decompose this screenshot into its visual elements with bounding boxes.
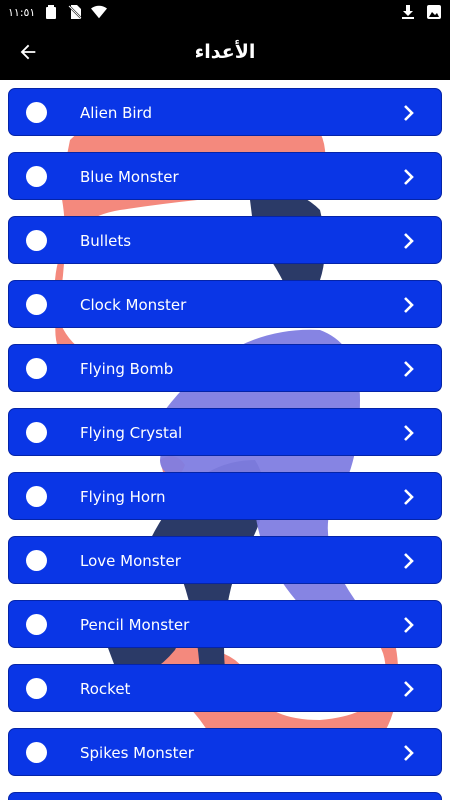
battery-icon: [43, 4, 59, 20]
page-title: الأعداء: [194, 41, 256, 63]
enemies-screen: Alien Bird Blue Monster Bullets Clock Mo…: [0, 80, 450, 800]
list-item[interactable]: Alien Bird: [8, 88, 442, 136]
enemy-label: Love Monster: [80, 552, 181, 570]
arrow-back-icon: [20, 44, 36, 60]
list-item[interactable]: Bullets: [8, 216, 442, 264]
enemy-label: Spikes Monster: [80, 744, 194, 762]
list-item[interactable]: Love Monster: [8, 536, 442, 584]
radio-button[interactable]: [26, 742, 47, 763]
enemy-label: Flying Bomb: [80, 360, 174, 378]
enemy-label: Pencil Monster: [80, 616, 190, 634]
status-bar: ١١:٥١: [0, 0, 450, 24]
radio-button[interactable]: [26, 358, 47, 379]
download-icon: [400, 4, 416, 20]
app-bar: الأعداء: [0, 24, 450, 80]
enemy-label: Alien Bird: [80, 104, 152, 122]
list-item[interactable]: Rocket: [8, 664, 442, 712]
list-item[interactable]: Clock Monster: [8, 280, 442, 328]
chevron-right-icon: [399, 359, 419, 379]
chevron-right-icon: [399, 167, 419, 187]
enemy-label: Clock Monster: [80, 296, 187, 314]
wifi-icon: [91, 4, 108, 20]
chevron-right-icon: [399, 679, 419, 699]
chevron-right-icon: [399, 423, 419, 443]
status-right: [400, 4, 442, 20]
radio-button[interactable]: [26, 486, 47, 507]
enemy-label: Flying Crystal: [80, 424, 183, 442]
enemy-label: Flying Horn: [80, 488, 166, 506]
enemy-label: Bullets: [80, 232, 132, 250]
radio-button[interactable]: [26, 230, 47, 251]
radio-button[interactable]: [26, 614, 47, 635]
radio-button[interactable]: [26, 166, 47, 187]
status-time: ١١:٥١: [8, 5, 36, 19]
list-item[interactable]: Flying Crystal: [8, 408, 442, 456]
enemy-label: Blue Monster: [80, 168, 179, 186]
radio-button[interactable]: [26, 550, 47, 571]
radio-button[interactable]: [26, 294, 47, 315]
radio-button[interactable]: [26, 678, 47, 699]
back-button[interactable]: [14, 38, 42, 66]
no-sim-icon: [67, 4, 83, 20]
list-item[interactable]: Blue Monster: [8, 152, 442, 200]
chevron-right-icon: [399, 487, 419, 507]
enemy-label: Rocket: [80, 680, 131, 698]
list-item[interactable]: Spikes Monster: [8, 728, 442, 776]
chevron-right-icon: [399, 615, 419, 635]
radio-button[interactable]: [26, 102, 47, 123]
list-item-partial[interactable]: [8, 792, 442, 800]
radio-button[interactable]: [26, 422, 47, 443]
list-item[interactable]: Pencil Monster: [8, 600, 442, 648]
list-item[interactable]: Flying Horn: [8, 472, 442, 520]
chevron-right-icon: [399, 295, 419, 315]
list-item[interactable]: Flying Bomb: [8, 344, 442, 392]
chevron-right-icon: [399, 551, 419, 571]
chevron-right-icon: [399, 231, 419, 251]
image-icon: [426, 4, 442, 20]
status-left: ١١:٥١: [8, 4, 108, 20]
chevron-right-icon: [399, 103, 419, 123]
chevron-right-icon: [399, 743, 419, 763]
